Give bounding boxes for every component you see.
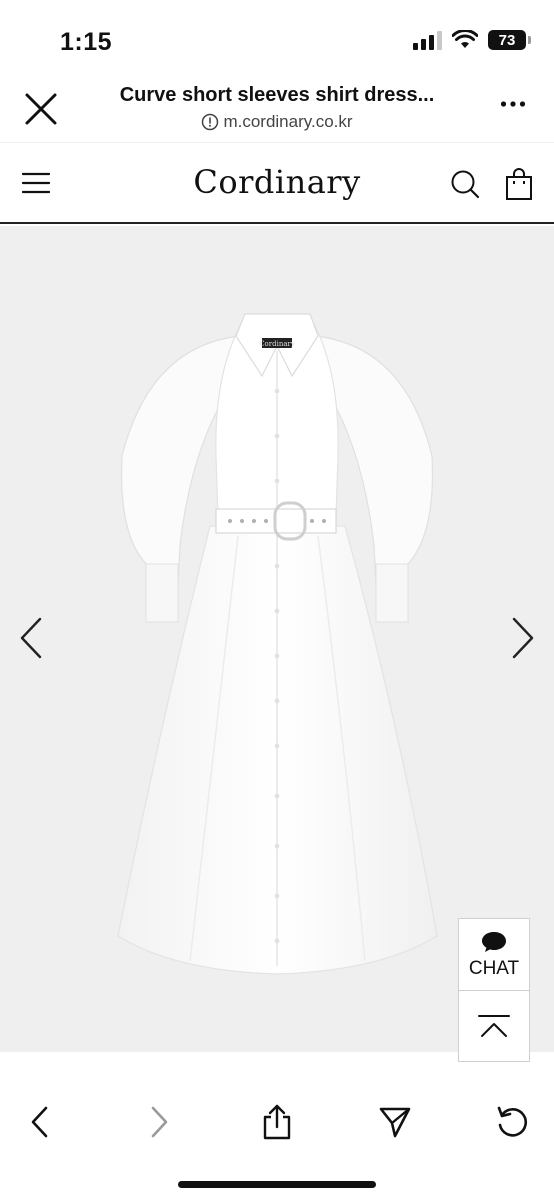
chat-button[interactable]: CHAT (459, 919, 529, 991)
reload-icon (497, 1106, 528, 1137)
status-icons: 73 (413, 30, 531, 50)
next-image-arrow-icon[interactable] (510, 616, 536, 660)
share-button[interactable] (257, 1102, 297, 1142)
page-title: Curve short sleeves shirt dress... (119, 84, 435, 106)
neck-tag-text: Cordinary (259, 340, 295, 348)
chat-label: CHAT (468, 958, 520, 979)
reload-button[interactable] (492, 1102, 532, 1142)
battery-icon: 73 (488, 30, 531, 50)
chat-widget: CHAT (458, 918, 530, 1062)
previous-image-arrow-icon[interactable] (18, 616, 44, 660)
back-button[interactable] (20, 1102, 60, 1142)
chat-bubble-icon (482, 932, 506, 952)
send-button[interactable] (375, 1102, 415, 1142)
forward-button[interactable] (139, 1102, 179, 1142)
cellular-signal-icon (413, 30, 442, 50)
shopping-bag-icon[interactable] (505, 167, 533, 201)
battery-level: 73 (498, 31, 516, 49)
more-options-icon[interactable] (500, 100, 526, 108)
forward-arrow-icon (151, 1106, 168, 1138)
send-icon (379, 1107, 411, 1138)
search-icon[interactable] (450, 169, 480, 199)
wifi-icon (452, 30, 478, 48)
scroll-to-top-icon[interactable] (459, 991, 529, 1061)
home-indicator (178, 1181, 376, 1188)
site-header: Cordinary (0, 142, 554, 224)
share-icon (263, 1104, 291, 1140)
browser-toolbar (0, 1090, 554, 1160)
browser-bar: Curve short sleeves shirt dress... m.cor… (0, 78, 554, 142)
url-text: m.cordinary.co.kr (223, 112, 353, 131)
status-time: 1:15 (60, 28, 113, 56)
status-bar: 1:15 73 (0, 0, 554, 78)
info-icon (202, 113, 219, 131)
url-row[interactable]: m.cordinary.co.kr (0, 112, 554, 132)
back-arrow-icon (31, 1106, 48, 1138)
